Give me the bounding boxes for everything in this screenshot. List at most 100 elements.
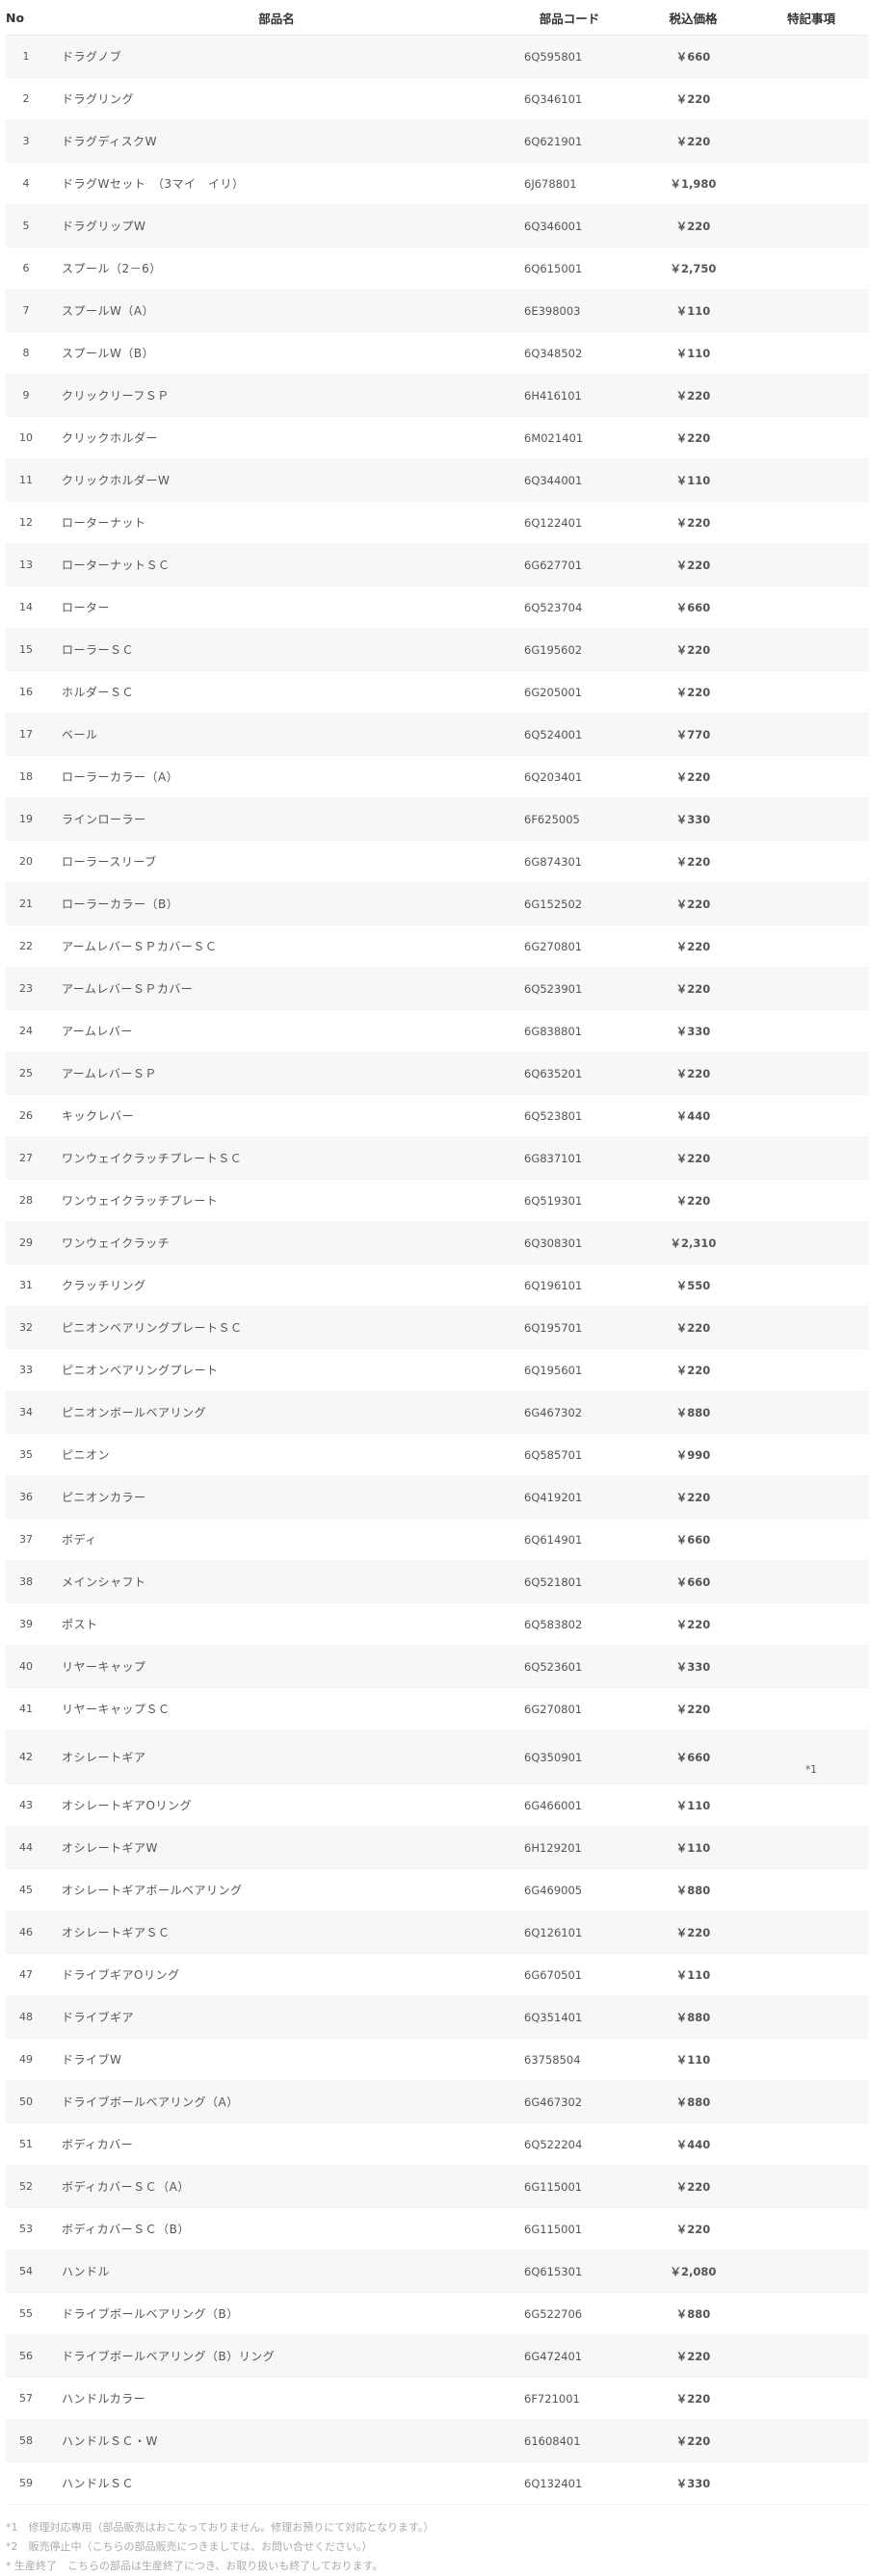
cell-no: 29 — [6, 1221, 46, 1264]
cell-note — [754, 1687, 868, 1730]
cell-part-code: 63758504 — [507, 2038, 632, 2081]
cell-price: ￥330 — [632, 1009, 754, 1053]
cell-price: ￥220 — [632, 1052, 754, 1095]
cell-part-name: ドラグリップW — [46, 204, 507, 247]
cell-price: ￥660 — [632, 585, 754, 629]
table-row: 54 ハンドル 6Q615301 ￥2,080 — [6, 2250, 868, 2293]
table-body: 1 ドラグノブ 6Q595801 ￥660 2 ドラグリング 6Q346101 ￥220 3 ドラ… — [6, 35, 868, 2505]
cell-note — [754, 1560, 868, 1603]
cell-price: ￥220 — [632, 628, 754, 671]
cell-note — [754, 458, 868, 502]
cell-price: ￥550 — [632, 1263, 754, 1307]
cell-note — [754, 670, 868, 714]
cell-part-name: ラインローラー — [46, 797, 507, 841]
table-row: 45 オシレートギアボールベアリング 6G469005 ￥880 — [6, 1868, 868, 1912]
cell-note — [754, 331, 868, 375]
table-row: 12 ローターナット 6Q122401 ￥220 — [6, 501, 868, 544]
cell-price: ￥110 — [632, 289, 754, 332]
cell-note — [754, 1868, 868, 1912]
cell-price: ￥880 — [632, 1391, 754, 1434]
cell-price: ￥110 — [632, 2038, 754, 2081]
cell-part-name: スプール（2－6） — [46, 247, 507, 290]
cell-note — [754, 840, 868, 883]
table-row: 29 ワンウェイクラッチ 6Q308301 ￥2,310 — [6, 1221, 868, 1264]
table-row: 23 アームレバーＳＰカバー 6Q523901 ￥220 — [6, 967, 868, 1010]
cell-no: 42 — [6, 1730, 46, 1784]
cell-price: ￥330 — [632, 797, 754, 841]
cell-part-code: 6Q350901 — [507, 1730, 632, 1784]
table-row: 31 クラッチリング 6Q196101 ￥550 — [6, 1263, 868, 1307]
cell-no: 4 — [6, 162, 46, 205]
table-row: 37 ボディ 6Q614901 ￥660 — [6, 1518, 868, 1561]
cell-part-name: ローラーＳＣ — [46, 628, 507, 671]
cell-no: 16 — [6, 670, 46, 714]
cell-note — [754, 2038, 868, 2081]
cell-part-code: 6G838801 — [507, 1009, 632, 1053]
cell-note — [754, 77, 868, 120]
cell-price: ￥880 — [632, 1995, 754, 2039]
cell-part-name: ドラグWセット （3マイ イリ） — [46, 162, 507, 205]
header-notes: 特記事項 — [754, 0, 868, 36]
cell-price: ￥330 — [632, 1645, 754, 1688]
cell-price: ￥220 — [632, 77, 754, 120]
cell-note — [754, 713, 868, 756]
cell-no: 49 — [6, 2038, 46, 2081]
cell-part-name: リヤーキャップ — [46, 1645, 507, 1688]
cell-note — [754, 2207, 868, 2251]
cell-note — [754, 1306, 868, 1349]
cell-note — [754, 374, 868, 417]
cell-note — [754, 1995, 868, 2039]
cell-part-name: オシレートギアボールベアリング — [46, 1868, 507, 1912]
table-row: 8 スプールW（B） 6Q348502 ￥110 — [6, 331, 868, 375]
cell-no: 44 — [6, 1826, 46, 1869]
cell-note — [754, 797, 868, 841]
cell-part-code: 6G874301 — [507, 840, 632, 883]
cell-note — [754, 119, 868, 163]
table-row: 41 リヤーキャップＳＣ 6G270801 ￥220 — [6, 1687, 868, 1730]
table-row: 58 ハンドルＳＣ・W 61608401 ￥220 — [6, 2419, 868, 2462]
cell-part-code: 6G670501 — [507, 1953, 632, 1996]
cell-note — [754, 2334, 868, 2378]
cell-part-name: ボディカバーＳＣ（B） — [46, 2207, 507, 2251]
cell-part-name: ワンウェイクラッチプレート — [46, 1179, 507, 1222]
cell-price: ￥880 — [632, 2080, 754, 2123]
cell-note — [754, 2461, 868, 2505]
cell-price: ￥110 — [632, 1783, 754, 1827]
cell-price: ￥110 — [632, 458, 754, 502]
table-row: 2 ドラグリング 6Q346101 ￥220 — [6, 77, 868, 120]
table-row: 18 ローラーカラー（A） 6Q203401 ￥220 — [6, 755, 868, 798]
cell-part-code: 6G205001 — [507, 670, 632, 714]
cell-price: ￥660 — [632, 1518, 754, 1561]
cell-part-name: ローラースリーブ — [46, 840, 507, 883]
parts-table: No 部品名 部品コード 税込価格 特記事項 1 ドラグノブ 6Q595801 ￥66… — [6, 0, 868, 2505]
table-row: 59 ハンドルＳＣ 6Q132401 ￥330 — [6, 2461, 868, 2505]
cell-price: ￥220 — [632, 2165, 754, 2208]
cell-part-code: 61608401 — [507, 2419, 632, 2462]
cell-no: 40 — [6, 1645, 46, 1688]
cell-note — [754, 1826, 868, 1869]
cell-no: 52 — [6, 2165, 46, 2208]
cell-no: 35 — [6, 1433, 46, 1476]
parts-list-section: No 部品名 部品コード 税込価格 特記事項 1 ドラグノブ 6Q595801 ￥66… — [0, 0, 870, 2576]
table-row: 51 ボディカバー 6Q522204 ￥440 — [6, 2122, 868, 2166]
cell-no: 27 — [6, 1136, 46, 1180]
cell-part-code: 6Q621901 — [507, 119, 632, 163]
cell-part-code: 6G472401 — [507, 2334, 632, 2378]
header-part-name: 部品名 — [46, 0, 507, 36]
table-row: 35 ピニオン 6Q585701 ￥990 — [6, 1433, 868, 1476]
cell-part-code: 6H129201 — [507, 1826, 632, 1869]
cell-part-name: ドライブボールベアリング（B）リング — [46, 2334, 507, 2378]
header-no: No — [6, 0, 46, 36]
cell-note — [754, 1911, 868, 1954]
cell-part-code: 6Q583802 — [507, 1602, 632, 1646]
cell-no: 58 — [6, 2419, 46, 2462]
cell-price: ￥770 — [632, 713, 754, 756]
cell-price: ￥220 — [632, 882, 754, 925]
cell-price: ￥660 — [632, 1730, 754, 1784]
cell-note — [754, 1953, 868, 1996]
cell-note — [754, 1009, 868, 1053]
table-row: 50 ドライブボールベアリング（A） 6G467302 ￥880 — [6, 2080, 868, 2123]
cell-no: 12 — [6, 501, 46, 544]
table-row: 16 ホルダーＳＣ 6G205001 ￥220 — [6, 670, 868, 714]
table-row: 17 ベール 6Q524001 ￥770 — [6, 713, 868, 756]
